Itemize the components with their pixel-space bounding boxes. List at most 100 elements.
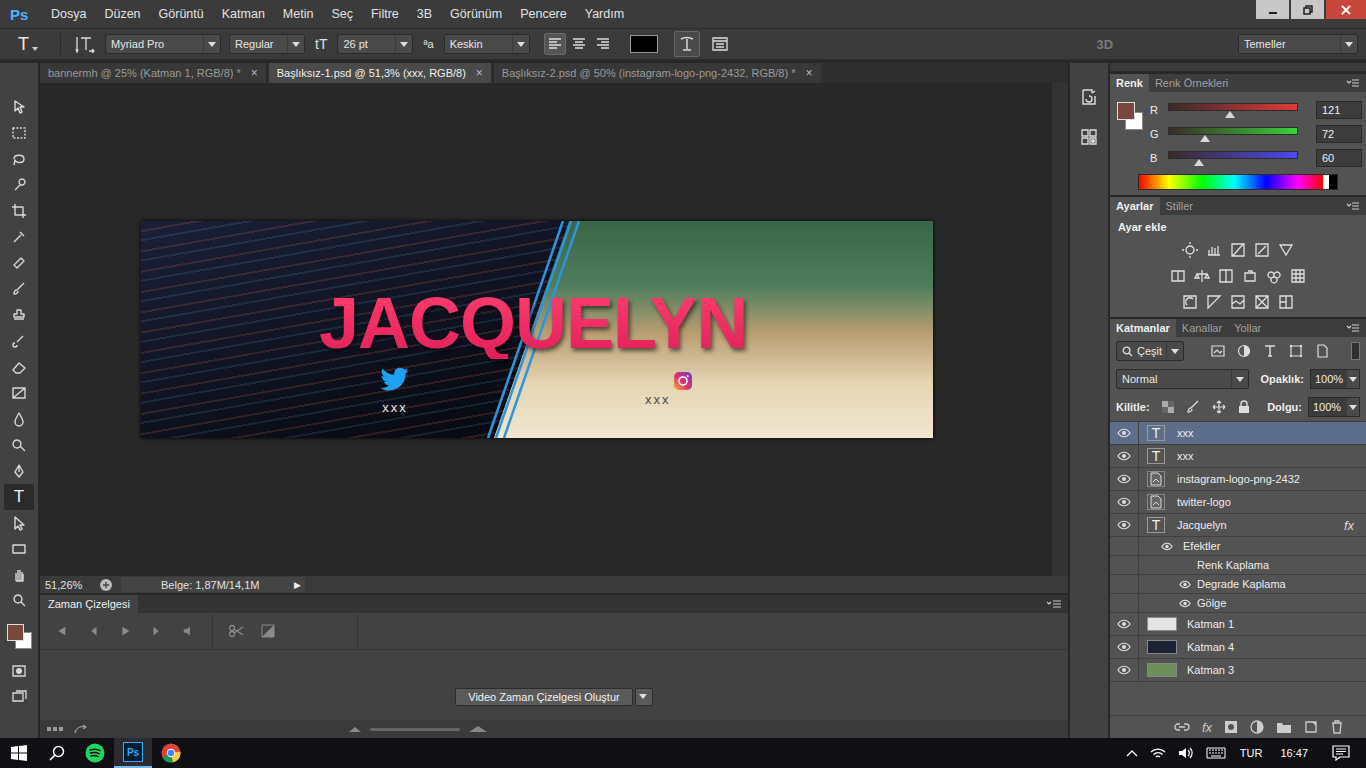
add-mask-icon[interactable] — [1224, 720, 1238, 734]
volume-icon[interactable] — [1178, 746, 1194, 760]
export-icon[interactable] — [99, 578, 113, 592]
adjustment-button[interactable] — [1277, 291, 1295, 313]
layer-row[interactable]: instagram-logo-png-2432 — [1110, 468, 1366, 491]
shape-filter-icon[interactable] — [1289, 344, 1303, 358]
effect-visibility-toggle[interactable] — [1179, 599, 1197, 608]
panel-menu-icon[interactable] — [1046, 599, 1062, 609]
layer-row[interactable]: Gölge — [1110, 594, 1366, 613]
lock-position-icon[interactable] — [1212, 400, 1226, 414]
slider-track[interactable] — [1168, 127, 1298, 135]
panel-menu-icon[interactable] — [1346, 201, 1360, 211]
layer-row[interactable]: Katman 4 — [1110, 636, 1366, 659]
visibility-toggle[interactable] — [1110, 575, 1139, 593]
panel-tab[interactable]: Kanallar — [1176, 319, 1228, 337]
slider-track[interactable] — [1168, 151, 1298, 159]
fill-field[interactable]: 100% — [1308, 397, 1360, 417]
visibility-toggle[interactable] — [1110, 613, 1139, 635]
text-color-swatch[interactable] — [630, 35, 658, 53]
tool-button[interactable] — [4, 458, 34, 484]
align-button[interactable] — [592, 33, 614, 55]
timeline-button[interactable] — [144, 619, 170, 643]
tool-button[interactable] — [4, 172, 34, 198]
frames-icon[interactable] — [46, 725, 64, 733]
split-button[interactable] — [223, 619, 249, 643]
document-tab[interactable]: Başlıksız-1.psd @ 51,3% (xxx, RGB/8)× — [269, 63, 491, 83]
menu-item[interactable]: Görüntü — [150, 0, 213, 28]
restore-button[interactable] — [1291, 0, 1324, 19]
quick-mask-button[interactable] — [4, 658, 34, 684]
properties-panel-button[interactable] — [1074, 122, 1104, 152]
panel-tab[interactable]: Yollar — [1228, 319, 1267, 337]
layer-row[interactable]: Txxx — [1110, 422, 1366, 445]
document-tab[interactable]: Başlıksız-2.psd @ 50% (instagram-logo-pn… — [494, 63, 821, 83]
align-button[interactable] — [544, 33, 566, 55]
visibility-toggle[interactable] — [1110, 491, 1139, 513]
type-filter-icon[interactable] — [1263, 344, 1277, 358]
tool-preset-picker[interactable]: T — [18, 34, 48, 55]
tool-button[interactable] — [4, 406, 34, 432]
menu-item[interactable]: Dosya — [42, 0, 95, 28]
effect-visibility-toggle[interactable] — [1179, 580, 1197, 589]
new-layer-icon[interactable] — [1304, 720, 1318, 734]
tool-button[interactable] — [4, 94, 34, 120]
menu-item[interactable]: Seç — [322, 0, 362, 28]
panel-tab[interactable]: Renk — [1110, 74, 1149, 92]
adjustment-button[interactable] — [1181, 291, 1199, 313]
menu-item[interactable]: Pencere — [511, 0, 576, 28]
tool-button[interactable] — [4, 380, 34, 406]
smart-object-filter-icon[interactable] — [1315, 344, 1329, 358]
timeline-tab[interactable]: Zaman Çizelgesi — [40, 595, 138, 613]
layer-row[interactable]: Katman 3 — [1110, 659, 1366, 682]
close-button[interactable] — [1326, 0, 1366, 19]
warp-text-button[interactable] — [674, 31, 700, 57]
panel-tab[interactable]: Renk Örnekleri — [1149, 74, 1234, 92]
adjustment-button[interactable] — [1289, 265, 1307, 287]
zoom-out-icon[interactable] — [348, 725, 362, 733]
align-button[interactable] — [568, 33, 590, 55]
tool-button[interactable] — [4, 224, 34, 250]
character-panel-button[interactable] — [708, 32, 732, 56]
social-handle[interactable]: xxx — [645, 371, 693, 407]
slider-thumb[interactable] — [1225, 111, 1235, 118]
menu-item[interactable]: Düzen — [95, 0, 149, 28]
panel-tab[interactable]: Ayarlar — [1110, 197, 1160, 215]
adjustment-button[interactable] — [1169, 265, 1187, 287]
convert-icon[interactable] — [74, 724, 88, 734]
timeline-button[interactable] — [176, 619, 202, 643]
adjustment-button[interactable] — [1205, 291, 1223, 313]
new-group-icon[interactable] — [1276, 720, 1292, 734]
adjustment-button[interactable] — [1217, 265, 1235, 287]
font-style-dropdown[interactable]: Regular — [229, 34, 305, 54]
foreground-color-swatch[interactable] — [1117, 102, 1135, 120]
slider-track[interactable] — [1168, 103, 1298, 111]
foreground-color-swatch[interactable] — [7, 624, 24, 641]
adjustment-filter-icon[interactable] — [1237, 344, 1251, 358]
layer-row[interactable]: Katman 1 — [1110, 613, 1366, 636]
tool-button[interactable] — [4, 302, 34, 328]
timeline-button[interactable] — [48, 619, 74, 643]
document-canvas[interactable]: JACQUELYNxxxxxx — [141, 221, 933, 438]
panel-tab[interactable]: Katmanlar — [1110, 319, 1176, 337]
visibility-toggle[interactable] — [1110, 514, 1139, 536]
visibility-toggle[interactable] — [1110, 468, 1139, 490]
font-size-dropdown[interactable]: 26 pt — [337, 34, 413, 54]
visibility-toggle[interactable] — [1110, 422, 1139, 444]
lock-transparency-icon[interactable] — [1162, 401, 1174, 413]
slider-thumb[interactable] — [1200, 135, 1210, 142]
close-tab-button[interactable]: × — [251, 66, 258, 80]
input-language[interactable]: TUR — [1240, 747, 1263, 759]
visibility-toggle[interactable] — [1110, 594, 1139, 612]
chrome-button[interactable] — [152, 738, 190, 768]
document-tab[interactable]: bannermh @ 25% (Katman 1, RGB/8) *× — [40, 63, 266, 83]
visibility-toggle[interactable] — [1110, 537, 1139, 555]
trash-icon[interactable] — [1330, 720, 1344, 734]
link-icon[interactable] — [1174, 722, 1190, 732]
layer-row[interactable]: TJacquelynfx — [1110, 514, 1366, 537]
menu-item[interactable]: Metin — [274, 0, 323, 28]
effects-badge[interactable]: fx — [1344, 518, 1354, 533]
lock-pixels-icon[interactable] — [1186, 400, 1200, 414]
adjustment-button[interactable] — [1277, 239, 1295, 261]
channel-value-field[interactable]: 60 — [1316, 149, 1362, 167]
banner-title[interactable]: JACQUELYN — [319, 287, 747, 359]
new-adjustment-icon[interactable] — [1250, 720, 1264, 734]
